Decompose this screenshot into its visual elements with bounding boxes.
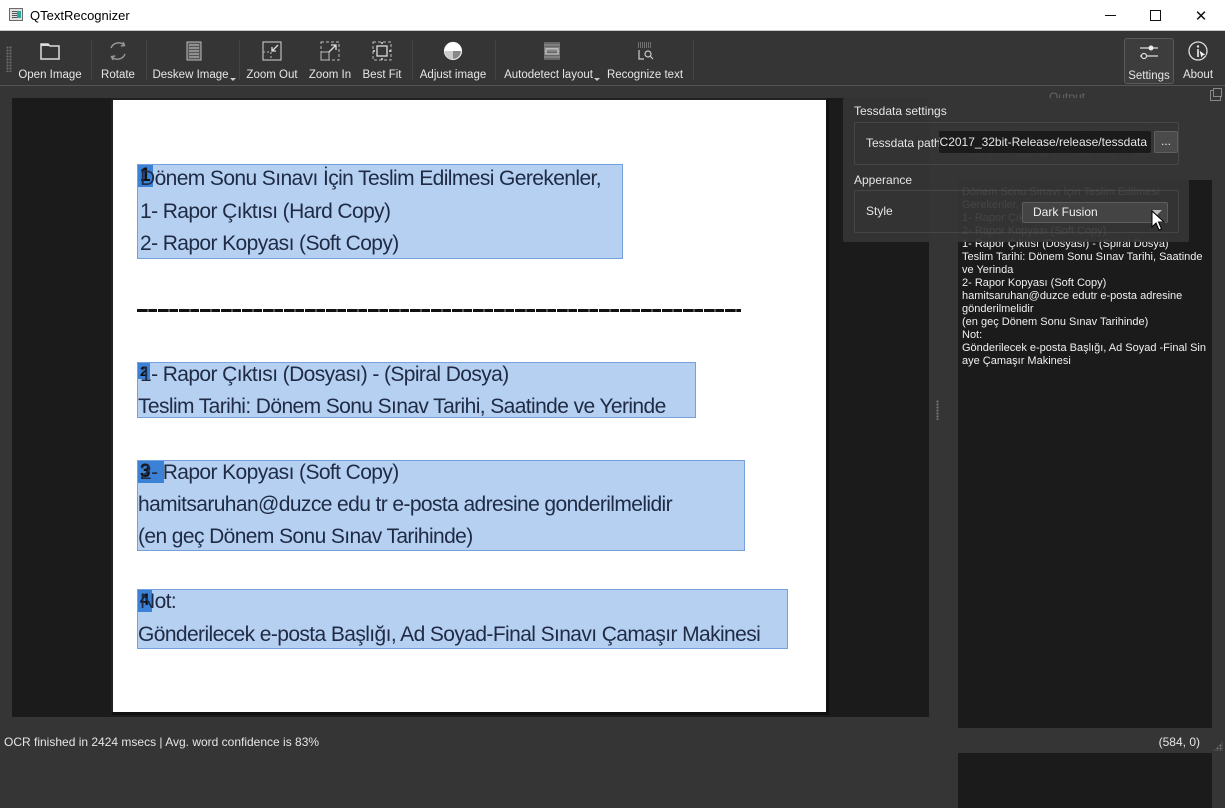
zoom-out-icon bbox=[260, 39, 284, 63]
title-bar: QTextRecognizer ✕ bbox=[0, 0, 1225, 31]
sliders-icon bbox=[1137, 40, 1161, 64]
recognize-text-button[interactable]: Recognize text bbox=[606, 36, 684, 84]
app-icon bbox=[9, 8, 23, 21]
open-image-button[interactable]: Open Image bbox=[18, 36, 82, 84]
recognize-icon bbox=[633, 39, 657, 63]
toolbar-separator bbox=[495, 40, 496, 80]
toolbar-separator bbox=[693, 40, 694, 80]
output-text-area[interactable]: Dönem Sonu Sınavı İçin Teslim Edilmesi G… bbox=[958, 180, 1212, 808]
deskew-image-button[interactable]: Deskew Image bbox=[152, 36, 236, 84]
zoom-in-icon bbox=[318, 39, 342, 63]
main-toolbar: Open Image Rotate Deskew Image Zoom Out … bbox=[0, 32, 1225, 86]
block-line: hamitsaruhan@duzce edu tr e-posta adresi… bbox=[138, 493, 673, 516]
block-line: Dönem Sonu Sınavı İçin Teslim Edilmesi G… bbox=[140, 167, 602, 190]
adjust-icon bbox=[441, 39, 465, 63]
block-line: Not: bbox=[140, 590, 177, 613]
status-bar: OCR finished in 2424 msecs | Avg. word c… bbox=[0, 728, 1225, 753]
toolbar-separator bbox=[412, 40, 413, 80]
undock-icon[interactable] bbox=[1210, 88, 1222, 101]
tessdata-settings-heading: Tessdata settings bbox=[854, 104, 947, 118]
info-icon bbox=[1186, 39, 1210, 63]
deskew-icon bbox=[182, 39, 206, 63]
minimize-button[interactable] bbox=[1087, 0, 1133, 31]
close-icon: ✕ bbox=[1194, 7, 1208, 25]
block-line: 2- Rapor Kopyası (Soft Copy) bbox=[140, 461, 399, 484]
layout-icon bbox=[540, 39, 564, 63]
status-message: OCR finished in 2424 msecs | Avg. word c… bbox=[4, 735, 320, 749]
maximize-icon bbox=[1149, 10, 1161, 21]
close-button[interactable]: ✕ bbox=[1178, 0, 1224, 31]
block-line: Teslim Tarihi: Dönem Sonu Sınav Tarihi, … bbox=[138, 395, 666, 418]
about-button[interactable]: About bbox=[1180, 36, 1216, 84]
appearance-group: Style Dark Fusion bbox=[854, 190, 1179, 233]
window-title: QTextRecognizer bbox=[30, 8, 130, 23]
toolbar-grip[interactable] bbox=[6, 46, 12, 72]
maximize-button[interactable] bbox=[1132, 0, 1178, 31]
browse-tessdata-button[interactable]: ... bbox=[1154, 131, 1178, 153]
block-line: 2- Rapor Kopyası (Soft Copy) bbox=[140, 232, 399, 255]
settings-button[interactable]: Settings bbox=[1124, 38, 1174, 84]
toolbar-separator bbox=[91, 40, 92, 80]
style-label: Style bbox=[866, 204, 893, 218]
minimize-icon bbox=[1104, 15, 1116, 16]
resize-grip[interactable] bbox=[1213, 741, 1223, 751]
dashed-separator-line bbox=[137, 309, 741, 312]
text-block[interactable]: 2 1- Rapor Çıktısı (Dosyası) - (Spiral D… bbox=[137, 362, 696, 418]
tessdata-path-input[interactable]: C2017_32bit-Release/release/tessdata/ bbox=[939, 131, 1151, 153]
best-fit-icon bbox=[370, 39, 394, 63]
autodetect-layout-button[interactable]: Autodetect layout bbox=[504, 36, 600, 84]
mouse-cursor-icon bbox=[1151, 210, 1165, 231]
toolbar-separator bbox=[239, 40, 240, 80]
zoom-in-button[interactable]: Zoom In bbox=[306, 36, 354, 84]
tessdata-group: Tessdata path C2017_32bit-Release/releas… bbox=[854, 122, 1179, 165]
adjust-image-button[interactable]: Adjust image bbox=[420, 36, 486, 84]
tessdata-path-label: Tessdata path bbox=[866, 136, 941, 150]
block-line: (en geç Dönem Sonu Sınav Tarihinde) bbox=[138, 525, 473, 548]
block-line: Gönderilecek e-posta Başlığı, Ad Soyad-F… bbox=[138, 623, 761, 646]
folder-icon bbox=[38, 39, 62, 63]
toolbar-separator bbox=[146, 40, 147, 80]
dropdown-arrow-icon[interactable] bbox=[229, 78, 236, 81]
rotate-button[interactable]: Rotate bbox=[97, 36, 139, 84]
block-line: 1- Rapor Çıktısı (Dosyası) - (Spiral Dos… bbox=[140, 363, 509, 386]
dropdown-arrow-icon[interactable] bbox=[593, 78, 600, 81]
rotate-icon bbox=[106, 39, 130, 63]
style-combobox[interactable]: Dark Fusion bbox=[1022, 202, 1168, 223]
text-block[interactable]: 4 Not: Gönderilecek e-posta Başlığı, Ad … bbox=[137, 589, 788, 649]
settings-popup: Tessdata settings Tessdata path C2017_32… bbox=[843, 98, 1189, 242]
zoom-out-button[interactable]: Zoom Out bbox=[245, 36, 299, 84]
best-fit-button[interactable]: Best Fit bbox=[360, 36, 404, 84]
appearance-heading: Apperance bbox=[854, 173, 913, 187]
dock-splitter-handle[interactable] bbox=[936, 400, 939, 420]
text-block[interactable]: 1 Dönem Sonu Sınavı İçin Teslim Edilmesi… bbox=[137, 164, 623, 259]
cursor-coordinates: (584, 0) bbox=[1158, 735, 1200, 749]
text-block[interactable]: 3 2- Rapor Kopyası (Soft Copy) hamitsaru… bbox=[137, 460, 745, 551]
block-line: 1- Rapor Çıktısı (Hard Copy) bbox=[140, 200, 391, 223]
